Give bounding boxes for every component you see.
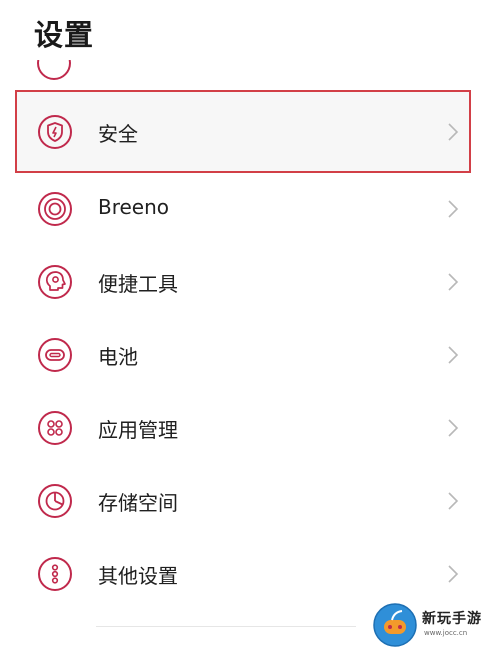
chevron-right-icon [448, 200, 459, 218]
security-shield-icon [38, 115, 72, 149]
breeno-icon [38, 192, 72, 226]
page-title: 设置 [34, 18, 95, 52]
settings-item-battery[interactable]: 电池 [0, 319, 482, 391]
settings-item-security[interactable]: 安全 [0, 96, 482, 168]
watermark-logo-icon [373, 603, 417, 647]
battery-icon [38, 338, 72, 372]
settings-item-app-management[interactable]: 应用管理 [0, 392, 482, 464]
settings-item-label: 电池 [98, 345, 138, 369]
settings-item-breeno[interactable]: Breeno [0, 173, 482, 245]
chevron-right-icon [448, 123, 459, 141]
storage-icon [38, 484, 72, 518]
chevron-right-icon [448, 346, 459, 364]
settings-item-label: 存储空间 [98, 491, 178, 515]
other-settings-icon [38, 557, 72, 591]
settings-item-storage[interactable]: 存储空间 [0, 465, 482, 537]
chevron-right-icon [448, 492, 459, 510]
list-divider [96, 626, 356, 627]
watermark: 新玩手游 www.jocc.cn [366, 600, 482, 648]
chevron-right-icon [448, 419, 459, 437]
convenience-tools-icon [38, 265, 72, 299]
settings-item-label: 其他设置 [98, 564, 178, 588]
settings-item-label: Breeno [98, 195, 170, 219]
header-bar: 设置 [0, 0, 482, 60]
app-management-icon [38, 411, 72, 445]
settings-item-label: 便捷工具 [98, 272, 178, 296]
chevron-right-icon [448, 273, 459, 291]
settings-item-label: 安全 [98, 122, 138, 146]
settings-item-label: 应用管理 [98, 418, 178, 442]
chevron-right-icon [448, 565, 459, 583]
watermark-text: 新玩手游 [422, 611, 482, 627]
watermark-url: www.jocc.cn [424, 629, 468, 637]
settings-item-convenience-tools[interactable]: 便捷工具 [0, 246, 482, 318]
